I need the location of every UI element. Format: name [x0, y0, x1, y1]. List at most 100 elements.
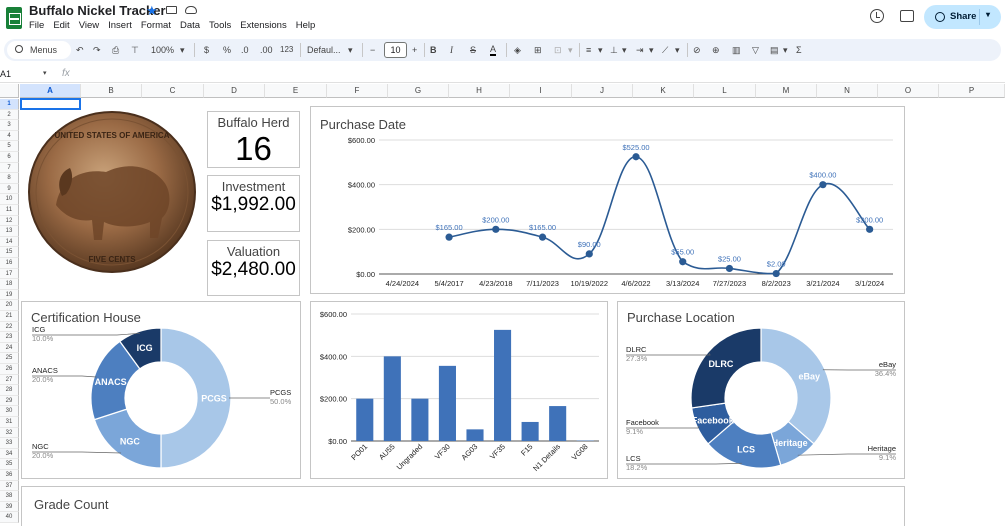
bar[interactable]: [439, 366, 456, 441]
chevron-down-icon[interactable]: ▾: [675, 44, 680, 56]
increase-decimal-button[interactable]: .00: [260, 44, 273, 56]
strikethrough-button[interactable]: S: [470, 44, 476, 56]
column-header-o[interactable]: O: [878, 84, 939, 98]
grade-count-chart[interactable]: Grade Count: [21, 486, 905, 526]
row-header-13[interactable]: 13: [0, 226, 19, 237]
pie-slice-ebay[interactable]: [761, 328, 831, 444]
chevron-down-icon[interactable]: ▾: [43, 69, 47, 77]
chevron-down-icon[interactable]: ▾: [568, 44, 573, 56]
comment-icon[interactable]: [900, 10, 914, 22]
column-header-j[interactable]: J: [572, 84, 633, 98]
number-format-button[interactable]: 123: [280, 44, 293, 56]
chevron-down-icon[interactable]: ▾: [598, 44, 603, 56]
row-header-33[interactable]: 33: [0, 438, 19, 449]
print-icon[interactable]: ⎙: [112, 44, 119, 56]
decrease-font-size-button[interactable]: −: [370, 44, 375, 56]
font-select[interactable]: Defaul...: [307, 44, 341, 56]
data-point[interactable]: [679, 258, 686, 265]
column-header-n[interactable]: N: [817, 84, 878, 98]
chevron-down-icon[interactable]: ▾: [783, 44, 788, 56]
bar[interactable]: [384, 356, 401, 441]
row-header-21[interactable]: 21: [0, 311, 19, 322]
bar[interactable]: [411, 399, 428, 441]
redo-icon[interactable]: ↷: [93, 44, 101, 56]
horizontal-align-icon[interactable]: ≡: [586, 44, 591, 56]
share-button[interactable]: Share ▾: [924, 5, 1001, 29]
row-header-17[interactable]: 17: [0, 269, 19, 280]
purchase-date-chart[interactable]: Purchase Date $0.00$200.00$400.00$600.00…: [310, 106, 905, 294]
menu-format[interactable]: Format: [141, 20, 171, 31]
bar[interactable]: [494, 330, 511, 441]
row-header-31[interactable]: 31: [0, 417, 19, 428]
menu-file[interactable]: File: [29, 20, 44, 31]
sheets-logo-icon[interactable]: [6, 7, 22, 29]
merge-cells-icon[interactable]: ⊡: [554, 44, 562, 56]
functions-button[interactable]: Σ: [796, 44, 802, 56]
row-header-18[interactable]: 18: [0, 279, 19, 290]
row-header-26[interactable]: 26: [0, 364, 19, 375]
column-header-g[interactable]: G: [388, 84, 449, 98]
menu-help[interactable]: Help: [296, 20, 316, 31]
undo-icon[interactable]: ↶: [76, 44, 84, 56]
row-header-28[interactable]: 28: [0, 385, 19, 396]
currency-format-button[interactable]: $: [204, 44, 209, 56]
column-header-d[interactable]: D: [204, 84, 265, 98]
row-header-32[interactable]: 32: [0, 428, 19, 439]
increase-font-size-button[interactable]: +: [412, 44, 417, 56]
menu-edit[interactable]: Edit: [53, 20, 69, 31]
row-header-7[interactable]: 7: [0, 163, 19, 174]
bold-button[interactable]: B: [430, 44, 437, 56]
row-header-27[interactable]: 27: [0, 375, 19, 386]
data-point[interactable]: [445, 234, 452, 241]
data-point[interactable]: [819, 181, 826, 188]
star-icon[interactable]: ★: [146, 3, 158, 19]
data-point[interactable]: [726, 265, 733, 272]
filter-views-icon[interactable]: ▤: [770, 44, 779, 56]
row-header-1[interactable]: 1: [0, 99, 19, 110]
chevron-down-icon[interactable]: ▾: [180, 44, 185, 56]
menu-insert[interactable]: Insert: [108, 20, 132, 31]
grade-value-chart[interactable]: $0.00$200.00$400.00$600.00PO01AU55Ungrad…: [310, 301, 608, 479]
row-header-25[interactable]: 25: [0, 353, 19, 364]
column-header-m[interactable]: M: [756, 84, 817, 98]
sheet-grid[interactable]: ABCDEFGHIJKLMNOP 12345678910111213141516…: [0, 84, 1005, 517]
row-header-29[interactable]: 29: [0, 396, 19, 407]
text-rotation-icon[interactable]: ⟋: [662, 44, 668, 56]
selected-cell-a1[interactable]: [20, 98, 81, 110]
percent-format-button[interactable]: %: [223, 44, 231, 56]
row-header-3[interactable]: 3: [0, 120, 19, 131]
select-all-corner[interactable]: [0, 84, 19, 98]
folder-icon[interactable]: [166, 6, 177, 14]
insert-link-icon[interactable]: ⊘: [693, 44, 701, 56]
row-header-8[interactable]: 8: [0, 173, 19, 184]
text-color-button[interactable]: A: [490, 44, 496, 56]
row-header-34[interactable]: 34: [0, 449, 19, 460]
insert-comment-icon[interactable]: ⊕: [712, 44, 720, 56]
text-wrapping-icon[interactable]: ⇥: [636, 44, 644, 56]
column-header-k[interactable]: K: [633, 84, 694, 98]
column-header-c[interactable]: C: [142, 84, 204, 98]
row-header-2[interactable]: 2: [0, 110, 19, 121]
bar[interactable]: [466, 429, 483, 441]
row-header-6[interactable]: 6: [0, 152, 19, 163]
row-header-37[interactable]: 37: [0, 481, 19, 492]
menu-data[interactable]: Data: [180, 20, 200, 31]
row-header-22[interactable]: 22: [0, 322, 19, 333]
row-header-4[interactable]: 4: [0, 131, 19, 142]
row-header-36[interactable]: 36: [0, 470, 19, 481]
row-header-19[interactable]: 19: [0, 290, 19, 301]
bar[interactable]: [549, 406, 566, 441]
paint-format-icon[interactable]: ⊤: [131, 44, 139, 56]
menu-tools[interactable]: Tools: [209, 20, 231, 31]
row-header-23[interactable]: 23: [0, 332, 19, 343]
data-point[interactable]: [866, 226, 873, 233]
decrease-decimal-button[interactable]: .0: [241, 44, 249, 56]
menu-view[interactable]: View: [79, 20, 99, 31]
row-header-30[interactable]: 30: [0, 406, 19, 417]
borders-icon[interactable]: ⊞: [534, 44, 542, 56]
history-icon[interactable]: [870, 9, 884, 23]
chevron-down-icon[interactable]: ▾: [986, 10, 990, 19]
column-header-h[interactable]: H: [449, 84, 510, 98]
row-header-15[interactable]: 15: [0, 247, 19, 258]
certification-house-chart[interactable]: Certification House PCGSPCGS50.0%NGCNGC2…: [21, 301, 301, 479]
